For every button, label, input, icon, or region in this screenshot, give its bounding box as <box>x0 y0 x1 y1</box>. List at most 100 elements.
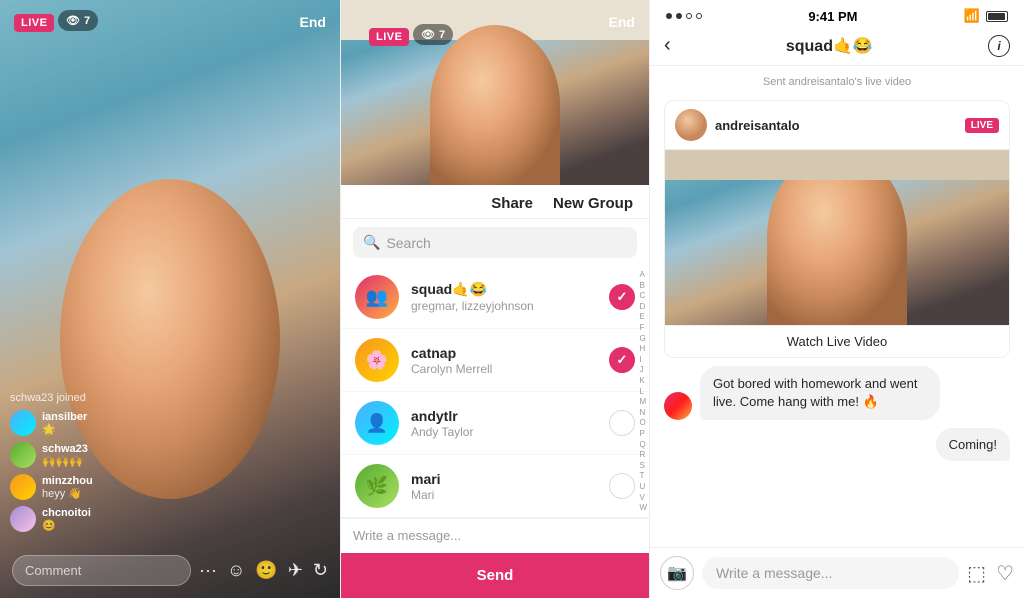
comment-item: minzzhou heyy 👋 <box>10 474 93 500</box>
back-button[interactable]: ‹ <box>664 34 671 57</box>
live-card-image <box>665 150 1009 325</box>
new-group-button[interactable]: New Group <box>553 195 633 212</box>
comment-item: chcnoitoi 😊 <box>10 506 93 532</box>
commenter-name: schwa23 <box>42 443 88 455</box>
alphabet-sidebar: A B C D E F G H I J K L M N O P Q R S T … <box>639 266 647 518</box>
contact-info: andytlr Andy Taylor <box>411 408 597 439</box>
commenter-name: minzzhou <box>42 475 93 487</box>
emoji-icon[interactable]: ☺ <box>227 560 245 581</box>
panel-share: LIVE 👁 7 End Share New Group 🔍 Search 👥 … <box>340 0 650 598</box>
commenter-message: 🌟 <box>42 423 87 436</box>
comment-text-wrap: minzzhou heyy 👋 <box>42 475 93 500</box>
chat-input[interactable]: Write a message... <box>702 557 959 589</box>
contact-name: catnap <box>411 345 597 361</box>
contact-check[interactable] <box>609 410 635 436</box>
contact-list: 👥 squad🤙😂 gregmar, lizzeyjohnson ✓ 🌸 cat… <box>341 266 649 518</box>
contact-sub: Carolyn Merrell <box>411 362 597 376</box>
heart-icon[interactable]: ♡ <box>996 561 1014 586</box>
commenter-avatar <box>10 410 36 436</box>
join-notification: schwa23 joined <box>10 392 93 404</box>
contact-avatar: 🌿 <box>355 464 399 508</box>
contact-check[interactable]: ✓ <box>609 347 635 373</box>
commenter-avatar <box>10 506 36 532</box>
live-card-footer[interactable]: Watch Live Video <box>665 325 1009 357</box>
alpha-t: T <box>639 471 647 481</box>
alpha-c: C <box>639 291 647 301</box>
search-bar[interactable]: 🔍 Search <box>353 227 637 258</box>
contact-check[interactable] <box>609 473 635 499</box>
comment-item: iansilber 🌟 <box>10 410 93 436</box>
commenter-avatar <box>10 442 36 468</box>
face-icon[interactable]: 🙂 <box>255 560 277 581</box>
contact-avatar: 👤 <box>355 401 399 445</box>
camera-button[interactable]: 📷 <box>660 556 694 590</box>
chat-input-bar: 📷 Write a message... ⬚ ♡ <box>650 547 1024 598</box>
signal-dot-4 <box>696 13 702 19</box>
panel-chat: 9:41 PM 📶 ‹ squad🤙😂 i Sent andreisantalo… <box>650 0 1024 598</box>
commenter-message: 😊 <box>42 519 91 532</box>
contact-item-squad[interactable]: 👥 squad🤙😂 gregmar, lizzeyjohnson ✓ <box>341 266 649 329</box>
viewer-count: 7 <box>84 15 90 27</box>
contact-sub: gregmar, lizzeyjohnson <box>411 299 597 313</box>
chat-header: ‹ squad🤙😂 i <box>650 28 1024 66</box>
alpha-r: R <box>639 450 647 460</box>
live-video-card[interactable]: andreisantalo LIVE Watch Live Video <box>664 100 1010 358</box>
alpha-v: V <box>639 493 647 503</box>
end-button[interactable]: End <box>300 14 326 30</box>
alpha-e: E <box>639 312 647 322</box>
contact-name: mari <box>411 471 597 487</box>
chat-title: squad🤙😂 <box>786 36 873 56</box>
contact-avatar: 👥 <box>355 275 399 319</box>
share-live-badge: LIVE <box>369 28 409 46</box>
bubble-avatar <box>664 392 692 420</box>
live-card-avatar <box>675 109 707 141</box>
contact-sub: Mari <box>411 488 597 502</box>
sent-label: Sent andreisantalo's live video <box>664 76 1010 88</box>
alpha-l: L <box>639 387 647 397</box>
live-card-header: andreisantalo LIVE <box>665 101 1009 150</box>
share-preview-video: LIVE 👁 7 End <box>341 0 649 185</box>
chat-bubble-left: Got bored with homework and went live. C… <box>664 366 1010 420</box>
contact-item-mari[interactable]: 🌿 mari Mari <box>341 455 649 518</box>
send-button[interactable]: Send <box>341 553 649 598</box>
status-right-icons: 📶 <box>964 8 1008 24</box>
more-icon[interactable]: ··· <box>199 560 217 581</box>
photo-icon[interactable]: ⬚ <box>967 561 986 586</box>
contact-item-andytlr[interactable]: 👤 andytlr Andy Taylor <box>341 392 649 455</box>
contact-name: andytlr <box>411 408 597 424</box>
alpha-g: G <box>639 334 647 344</box>
commenter-message: 🙌🙌🙌 <box>42 455 88 468</box>
contact-info: squad🤙😂 gregmar, lizzeyjohnson <box>411 281 597 313</box>
panel-live: LIVE 👁 7 End schwa23 joined iansilber 🌟 … <box>0 0 340 598</box>
contact-sub: Andy Taylor <box>411 425 597 439</box>
comment-input[interactable]: Comment <box>12 555 191 586</box>
status-time: 9:41 PM <box>808 9 857 24</box>
signal-dot-2 <box>676 13 682 19</box>
comment-text-wrap: schwa23 🙌🙌🙌 <box>42 443 88 468</box>
battery-fill <box>988 13 1005 20</box>
live-badge: LIVE <box>14 14 54 32</box>
incoming-message: Got bored with homework and went live. C… <box>700 366 940 420</box>
outgoing-message: Coming! <box>936 428 1010 461</box>
refresh-icon[interactable]: ↻ <box>313 560 328 581</box>
contact-name: squad🤙😂 <box>411 281 597 298</box>
contact-info: mari Mari <box>411 471 597 502</box>
eye-icon: 👁 <box>66 14 80 27</box>
ceiling-strip <box>665 150 1009 180</box>
wifi-icon: 📶 <box>964 8 980 24</box>
contact-item-catnap[interactable]: 🌸 catnap Carolyn Merrell ✓ <box>341 329 649 392</box>
alpha-b: B <box>639 281 647 291</box>
share-button[interactable]: Share <box>491 195 533 212</box>
chat-action-icons: ⬚ ♡ <box>967 561 1014 586</box>
comment-text-wrap: chcnoitoi 😊 <box>42 507 91 532</box>
contact-check[interactable]: ✓ <box>609 284 635 310</box>
live-bottom-bar: Comment ··· ☺ 🙂 ✈ ↻ <box>12 555 328 586</box>
message-input[interactable]: Write a message... <box>353 528 461 543</box>
info-button[interactable]: i <box>988 35 1010 57</box>
signal-dots <box>666 13 702 19</box>
checkmark-icon: ✓ <box>617 352 628 368</box>
search-icon: 🔍 <box>363 234 380 251</box>
share-end-button[interactable]: End <box>609 14 635 30</box>
send-icon[interactable]: ✈ <box>288 560 303 581</box>
bottom-icons: ··· ☺ 🙂 ✈ ↻ <box>199 560 328 581</box>
